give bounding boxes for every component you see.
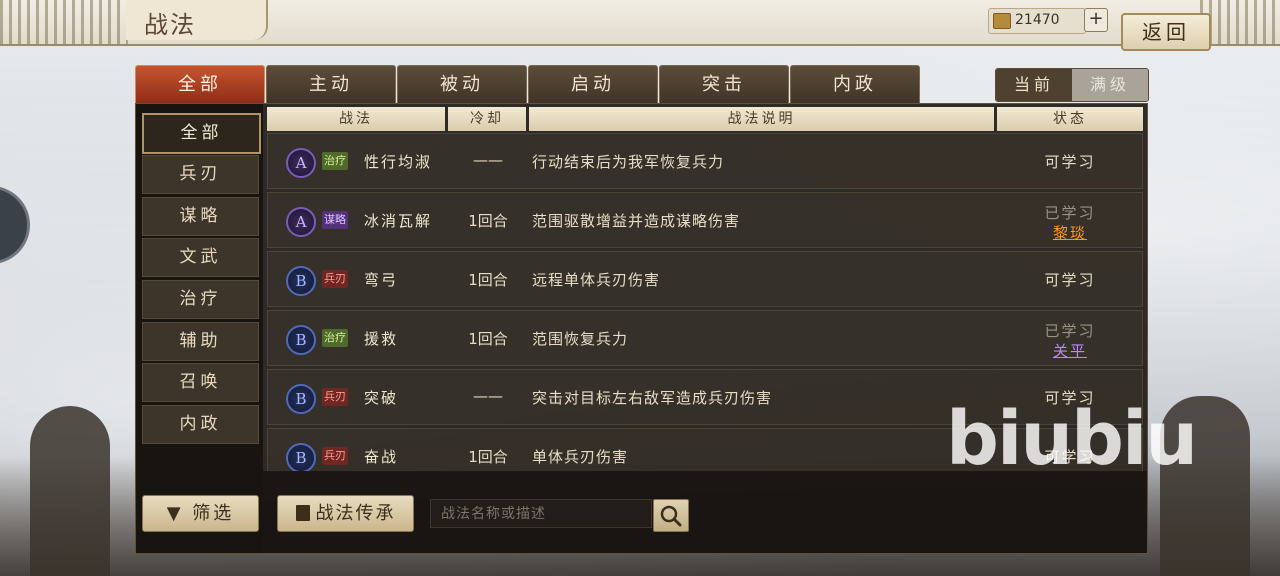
- type-tag: 兵刃: [322, 270, 348, 288]
- watermark: biubiu: [946, 396, 1198, 482]
- sidebar-item-domestic[interactable]: 内政: [142, 405, 259, 444]
- learner-link[interactable]: 关平: [998, 340, 1142, 361]
- sidebar-item-support[interactable]: 辅助: [142, 322, 259, 361]
- search-icon: [660, 505, 682, 527]
- add-currency-button[interactable]: +: [1084, 8, 1108, 32]
- type-tag: 兵刃: [322, 388, 348, 406]
- skill-status: 可学习: [1044, 153, 1096, 171]
- search-input[interactable]: 战法名称或描述: [430, 499, 652, 528]
- tab-assault[interactable]: 突击: [659, 65, 789, 104]
- currency-display: 21470: [988, 8, 1086, 34]
- skill-cooldown: ——: [473, 387, 503, 405]
- skill-cooldown: 1回合: [468, 448, 508, 466]
- skill-status: 已学习: [1044, 322, 1096, 340]
- table-row[interactable]: A 谋略 冰消瓦解 1回合 范围驱散增益并造成谋略伤害 已学习 黎琰: [267, 192, 1143, 248]
- skill-cooldown: ——: [473, 151, 503, 169]
- skill-description: 范围驱散增益并造成谋略伤害: [532, 212, 741, 230]
- skill-name: 冰消瓦解: [364, 212, 433, 230]
- grade-badge: B: [286, 325, 316, 355]
- table-row[interactable]: A 治疗 性行均淑 —— 行动结束后为我军恢复兵力 可学习: [267, 133, 1143, 189]
- skill-inherit-button[interactable]: 战法传承: [277, 495, 414, 532]
- skill-description: 远程单体兵刃伤害: [532, 271, 661, 289]
- header-cooldown: 冷却: [448, 107, 526, 131]
- sidebar-item-summon[interactable]: 召唤: [142, 363, 259, 402]
- type-tag: 谋略: [322, 211, 348, 229]
- skill-name: 突破: [364, 389, 399, 407]
- coin-icon: [993, 13, 1011, 29]
- skill-cooldown: 1回合: [468, 212, 508, 230]
- grade-badge: B: [286, 384, 316, 414]
- header-skill: 战法: [267, 107, 445, 131]
- category-sidebar: 全部 兵刃 谋略 文武 治疗 辅助 召唤 内政 ▼ 筛选: [136, 104, 263, 553]
- sidebar-item-all[interactable]: 全部: [142, 113, 261, 154]
- header-description: 战法说明: [529, 107, 994, 131]
- back-button[interactable]: 返回: [1121, 13, 1211, 51]
- skill-name: 弯弓: [364, 271, 399, 289]
- book-icon: [295, 505, 310, 521]
- grade-badge: B: [286, 266, 316, 296]
- filter-icon: ▼: [166, 503, 184, 524]
- skill-status: 已学习: [1044, 204, 1096, 222]
- sidebar-item-blade[interactable]: 兵刃: [142, 155, 259, 194]
- skill-cooldown: 1回合: [468, 271, 508, 289]
- table-row[interactable]: B 治疗 援救 1回合 范围恢复兵力 已学习 关平: [267, 310, 1143, 366]
- skill-description: 单体兵刃伤害: [532, 448, 629, 466]
- header-status: 状态: [997, 107, 1143, 131]
- background-warrior-left: [30, 406, 110, 576]
- skill-panel: 全部 兵刃 谋略 文武 治疗 辅助 召唤 内政 ▼ 筛选 战法 冷却 战法说明 …: [135, 103, 1148, 554]
- grade-badge: B: [286, 443, 316, 471]
- search-button[interactable]: [653, 499, 689, 532]
- skill-name: 援救: [364, 330, 399, 348]
- grade-badge: A: [286, 207, 316, 237]
- toggle-current[interactable]: 当前: [996, 69, 1072, 101]
- level-toggle: 当前 满级: [995, 68, 1149, 102]
- tab-trigger[interactable]: 启动: [528, 65, 658, 104]
- ornament-left: [0, 0, 128, 44]
- table-header: 战法 冷却 战法说明 状态: [267, 107, 1143, 131]
- tab-active[interactable]: 主动: [266, 65, 396, 104]
- filter-button[interactable]: ▼ 筛选: [142, 495, 259, 532]
- skill-description: 行动结束后为我军恢复兵力: [532, 153, 725, 171]
- skill-description: 范围恢复兵力: [532, 330, 629, 348]
- table-row[interactable]: B 兵刃 弯弓 1回合 远程单体兵刃伤害 可学习: [267, 251, 1143, 307]
- tab-all[interactable]: 全部: [135, 65, 265, 104]
- inherit-label: 战法传承: [315, 503, 396, 524]
- skill-name: 性行均淑: [364, 153, 433, 171]
- sidebar-item-heal[interactable]: 治疗: [142, 280, 259, 319]
- skill-name: 奋战: [364, 448, 399, 466]
- type-tag: 治疗: [322, 152, 348, 170]
- sidebar-item-civil-military[interactable]: 文武: [142, 238, 259, 277]
- skill-description: 突击对目标左右敌军造成兵刃伤害: [532, 389, 773, 407]
- skill-cooldown: 1回合: [468, 330, 508, 348]
- tab-passive[interactable]: 被动: [397, 65, 527, 104]
- learner-link[interactable]: 黎琰: [998, 222, 1142, 243]
- filter-label: 筛选: [192, 503, 235, 524]
- sidebar-item-strategy[interactable]: 谋略: [142, 197, 259, 236]
- toggle-max-level[interactable]: 满级: [1072, 69, 1148, 101]
- skill-status: 可学习: [1044, 271, 1096, 289]
- ornament-right: [1200, 0, 1280, 44]
- type-tag: 兵刃: [322, 447, 348, 465]
- grade-badge: A: [286, 148, 316, 178]
- tab-domestic[interactable]: 内政: [790, 65, 920, 104]
- currency-value: 21470: [1015, 12, 1060, 28]
- page-title: 战法: [144, 11, 196, 39]
- type-tag: 治疗: [322, 329, 348, 347]
